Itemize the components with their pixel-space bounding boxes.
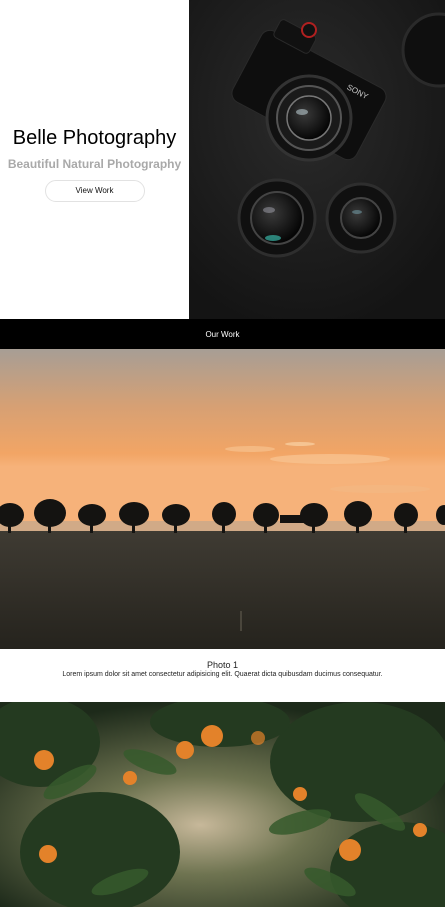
gallery-photo-orange-tree[interactable] — [0, 702, 445, 907]
site-title: Belle Photography — [12, 126, 177, 149]
our-work-heading-bar: Our Work — [0, 319, 445, 349]
gallery-caption: Photo 1 Lorem ipsum dolor sit amet conse… — [0, 660, 445, 678]
photo-description: Lorem ipsum dolor sit amet consectetur a… — [62, 671, 383, 678]
site-subtitle: Beautiful Natural Photography — [7, 156, 182, 171]
our-work-heading: Our Work — [205, 329, 240, 339]
hero-camera-image: SONY — [189, 0, 445, 319]
view-work-button[interactable]: View Work — [44, 179, 145, 202]
photo-title: Photo 1 — [206, 660, 239, 670]
hero-section: Belle Photography Beautiful Natural Phot… — [0, 0, 445, 319]
gallery-photo-sunset[interactable] — [0, 349, 445, 649]
hero-text-panel: Belle Photography Beautiful Natural Phot… — [0, 0, 189, 319]
